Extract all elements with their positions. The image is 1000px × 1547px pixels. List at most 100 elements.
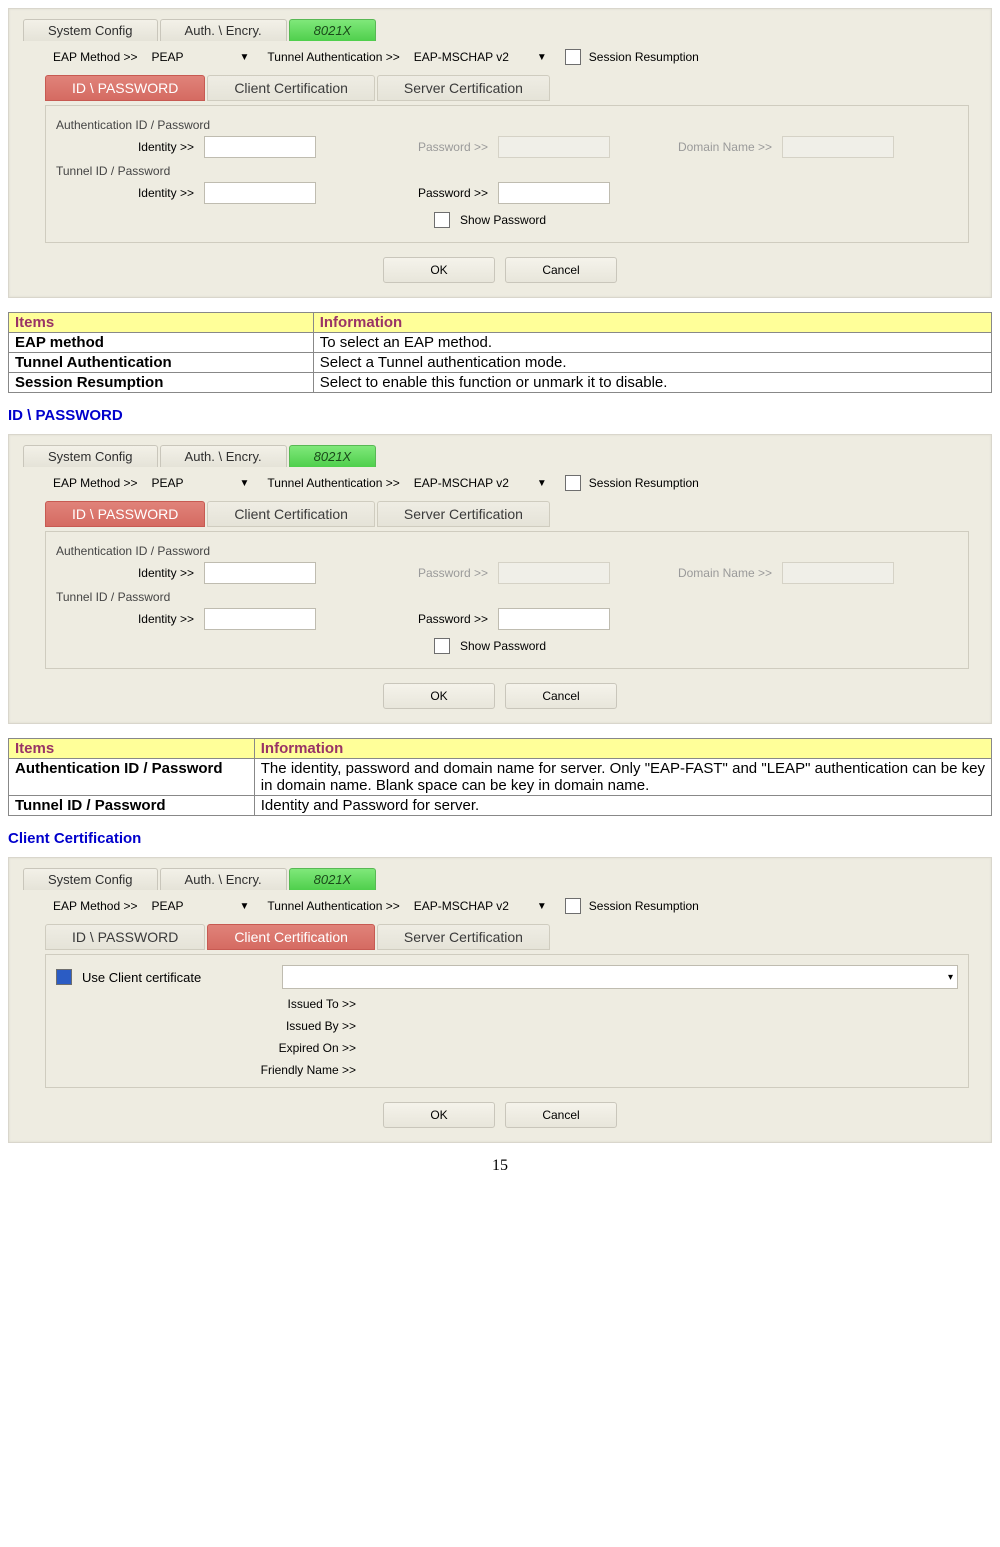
sub-tabs: ID \ PASSWORD Client Certification Serve… [45, 75, 977, 101]
ok-button[interactable]: OK [383, 1102, 495, 1128]
subtab-server-cert[interactable]: Server Certification [377, 75, 550, 101]
tab-8021x[interactable]: 8021X [289, 445, 377, 467]
tunnel-auth-dropdown[interactable]: EAP-MSCHAP v2 ▼ [414, 50, 551, 64]
tab-8021x[interactable]: 8021X [289, 19, 377, 41]
config-panel-1: System Config Auth. \ Encry. 8021X EAP M… [8, 8, 992, 298]
chevron-down-icon: ▼ [537, 52, 547, 63]
friendly-name-label: Friendly Name >> [56, 1063, 356, 1077]
use-client-cert-label: Use Client certificate [82, 970, 272, 985]
th-info: Information [254, 739, 991, 759]
tunnel-auth-value: EAP-MSCHAP v2 [414, 50, 509, 64]
td-info: Select to enable this function or unmark… [313, 373, 991, 393]
tab-system-config[interactable]: System Config [23, 445, 158, 467]
client-cert-dropdown[interactable]: ▾ [282, 965, 958, 989]
tab-auth-encry[interactable]: Auth. \ Encry. [160, 445, 287, 467]
tunnel-auth-label: Tunnel Authentication >> [267, 50, 399, 64]
eap-method-label: EAP Method >> [53, 476, 138, 490]
tab-system-config[interactable]: System Config [23, 19, 158, 41]
tunnel-group-title: Tunnel ID / Password [56, 164, 960, 178]
auth-identity-input[interactable] [204, 136, 316, 158]
checkbox-icon [565, 898, 581, 914]
subtab-client-cert[interactable]: Client Certification [207, 924, 375, 950]
td-info: The identity, password and domain name f… [254, 759, 991, 796]
tunnel-password-input[interactable] [498, 608, 610, 630]
heading-id-password: ID \ PASSWORD [8, 407, 992, 424]
auth-password-input [498, 562, 610, 584]
th-items: Items [9, 739, 255, 759]
issued-to-label: Issued To >> [56, 997, 356, 1011]
domain-label: Domain Name >> [652, 140, 772, 154]
chevron-down-icon: ▼ [240, 901, 250, 912]
eap-method-dropdown[interactable]: PEAP ▼ [152, 50, 254, 64]
ok-button[interactable]: OK [383, 257, 495, 283]
subtab-id-password[interactable]: ID \ PASSWORD [45, 501, 205, 527]
eap-method-value: PEAP [152, 50, 212, 64]
tunnel-auth-dropdown[interactable]: EAP-MSCHAP v2 ▼ [414, 899, 551, 913]
idpw-body: Authentication ID / Password Identity >>… [45, 105, 969, 243]
subtab-id-password[interactable]: ID \ PASSWORD [45, 75, 205, 101]
identity-label: Identity >> [94, 140, 194, 154]
info-table-2: ItemsInformation Authentication ID / Pas… [8, 738, 992, 816]
subtab-server-cert[interactable]: Server Certification [377, 501, 550, 527]
th-info: Information [313, 313, 991, 333]
config-panel-3: System Config Auth. \ Encry. 8021X EAP M… [8, 857, 992, 1143]
tunnel-group-title: Tunnel ID / Password [56, 590, 960, 604]
config-panel-2: System Config Auth. \ Encry. 8021X EAP M… [8, 434, 992, 724]
auth-domain-input [782, 562, 894, 584]
td-info: Identity and Password for server. [254, 796, 991, 816]
password-label: Password >> [388, 140, 488, 154]
tunnel-identity-input[interactable] [204, 608, 316, 630]
tab-auth-encry[interactable]: Auth. \ Encry. [160, 868, 287, 890]
expired-on-label: Expired On >> [56, 1041, 356, 1055]
identity-label: Identity >> [94, 186, 194, 200]
tab-8021x[interactable]: 8021X [289, 868, 377, 890]
eap-method-label: EAP Method >> [53, 50, 138, 64]
session-resumption-check[interactable]: Session Resumption [565, 475, 699, 491]
cancel-button[interactable]: Cancel [505, 257, 617, 283]
session-resumption-label: Session Resumption [589, 50, 699, 64]
chevron-down-icon: ▾ [948, 972, 953, 983]
info-table-1: ItemsInformation EAP methodTo select an … [8, 312, 992, 393]
td-item: Session Resumption [9, 373, 314, 393]
checkbox-icon [565, 49, 581, 65]
td-item: Authentication ID / Password [9, 759, 255, 796]
auth-password-input [498, 136, 610, 158]
cancel-button[interactable]: Cancel [505, 1102, 617, 1128]
client-cert-body: Use Client certificate ▾ Issued To >> Is… [45, 954, 969, 1088]
subtab-client-cert[interactable]: Client Certification [207, 501, 375, 527]
show-password-checkbox[interactable] [434, 212, 450, 228]
show-password-checkbox[interactable] [434, 638, 450, 654]
page-number: 15 [8, 1157, 992, 1175]
session-resumption-check[interactable]: Session Resumption [565, 49, 699, 65]
td-item: Tunnel Authentication [9, 353, 314, 373]
eap-method-dropdown[interactable]: PEAP ▼ [152, 899, 254, 913]
tunnel-auth-label: Tunnel Authentication >> [267, 476, 399, 490]
ok-button[interactable]: OK [383, 683, 495, 709]
th-items: Items [9, 313, 314, 333]
eap-row: EAP Method >> PEAP ▼ Tunnel Authenticati… [53, 49, 977, 65]
tab-auth-encry[interactable]: Auth. \ Encry. [160, 19, 287, 41]
cancel-button[interactable]: Cancel [505, 683, 617, 709]
chevron-down-icon: ▼ [240, 52, 250, 63]
session-resumption-check[interactable]: Session Resumption [565, 898, 699, 914]
main-tabs: System Config Auth. \ Encry. 8021X [23, 19, 977, 41]
chevron-down-icon: ▼ [537, 478, 547, 489]
td-item: EAP method [9, 333, 314, 353]
tunnel-password-input[interactable] [498, 182, 610, 204]
heading-client-cert: Client Certification [8, 830, 992, 847]
auth-group-title: Authentication ID / Password [56, 544, 960, 558]
subtab-client-cert[interactable]: Client Certification [207, 75, 375, 101]
eap-method-dropdown[interactable]: PEAP ▼ [152, 476, 254, 490]
tab-system-config[interactable]: System Config [23, 868, 158, 890]
use-client-cert-checkbox[interactable] [56, 969, 72, 985]
tunnel-identity-input[interactable] [204, 182, 316, 204]
auth-identity-input[interactable] [204, 562, 316, 584]
subtab-id-password[interactable]: ID \ PASSWORD [45, 924, 205, 950]
subtab-server-cert[interactable]: Server Certification [377, 924, 550, 950]
td-info: Select a Tunnel authentication mode. [313, 353, 991, 373]
issued-by-label: Issued By >> [56, 1019, 356, 1033]
tunnel-auth-dropdown[interactable]: EAP-MSCHAP v2 ▼ [414, 476, 551, 490]
show-password-label: Show Password [460, 213, 546, 227]
password-label: Password >> [388, 186, 488, 200]
chevron-down-icon: ▼ [240, 478, 250, 489]
